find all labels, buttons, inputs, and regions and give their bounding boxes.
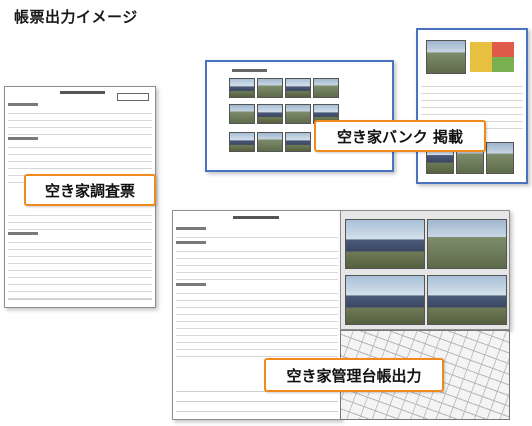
listing-detail-page — [416, 28, 528, 184]
callout-survey-sheet: 空き家調査票 — [24, 174, 156, 206]
page-title: 帳票出力イメージ — [14, 8, 138, 26]
bank-listing-window — [205, 60, 394, 172]
callout-bank-listing: 空き家バンク 掲載 — [314, 120, 486, 152]
callout-ledger-output: 空き家管理台帳出力 — [264, 358, 444, 392]
photo-sheet — [340, 210, 510, 330]
